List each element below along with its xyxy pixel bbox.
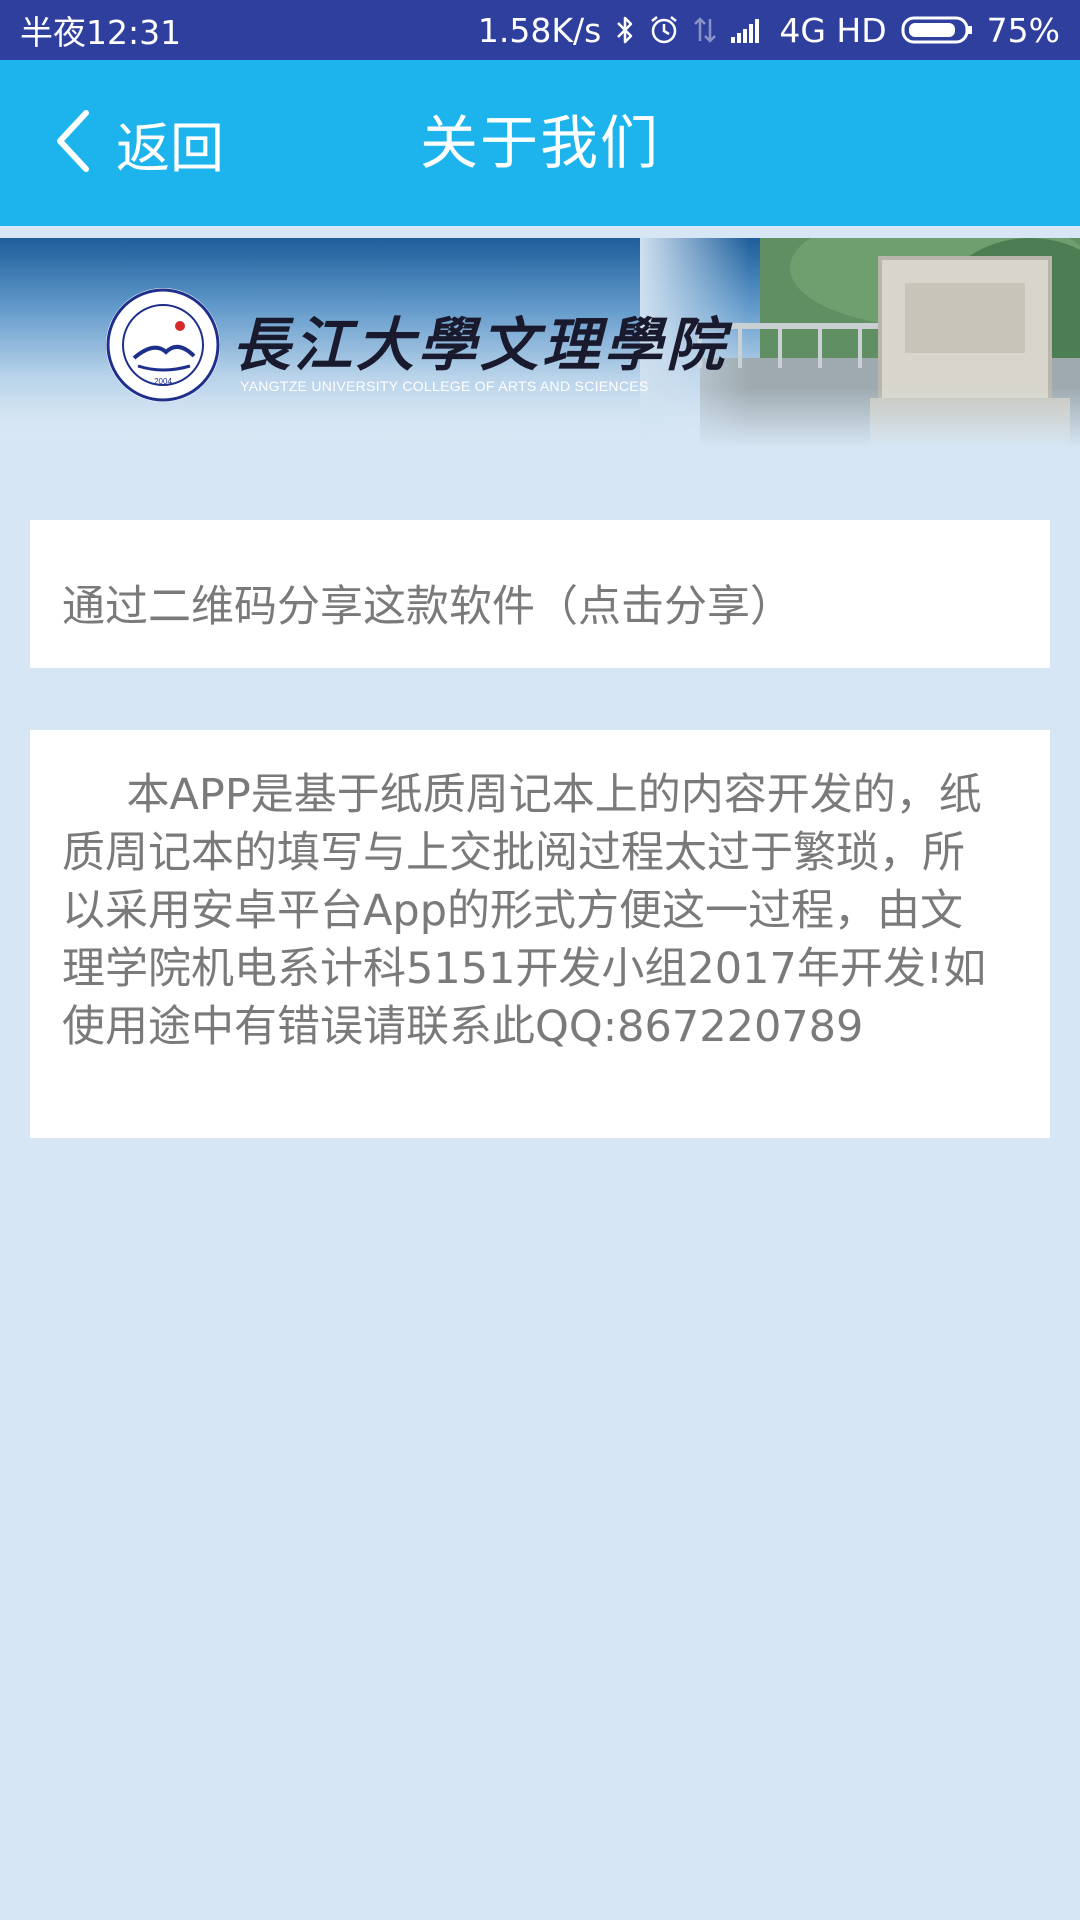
battery-icon: [901, 15, 973, 45]
status-indicators: 1.58K/s 4G HD 75%: [478, 11, 1060, 50]
alarm-icon: [649, 15, 679, 45]
data-transfer-icon: [693, 15, 717, 45]
battery-level: 75%: [986, 10, 1060, 50]
status-bar: 半夜12:31 1.58K/s 4G HD 75%: [0, 0, 1080, 60]
seal-year: 2004: [154, 377, 172, 386]
net-speed: 1.58K/s: [477, 10, 602, 50]
share-qr-button[interactable]: 通过二维码分享这款软件（点击分享）: [30, 520, 1050, 668]
network-type: 4G HD: [779, 10, 887, 50]
page-title: 关于我们: [419, 109, 660, 177]
school-seal-logo: 2004: [106, 288, 220, 402]
school-name-en: YANGTZE UNIVERSITY COLLEGE OF ARTS AND S…: [240, 378, 649, 394]
school-name-cn: 長江大學文理學院: [232, 311, 729, 379]
signal-icon: [731, 17, 765, 43]
status-time: 半夜12:31: [20, 13, 182, 52]
share-label: 通过二维码分享这款软件（点击分享）: [62, 582, 793, 632]
bluetooth-icon: [615, 14, 635, 46]
about-text-card: 本APP是基于纸质周记本上的内容开发的，纸质周记本的填写与上交批阅过程太过于繁琐…: [30, 730, 1050, 1138]
school-banner: 2004 長江大學文理學院 YANGTZE UNIVERSITY COLLEGE…: [0, 238, 1080, 448]
about-text: 本APP是基于纸质周记本上的内容开发的，纸质周记本的填写与上交批阅过程太过于繁琐…: [62, 770, 987, 1052]
app-bar: 返回 关于我们: [0, 60, 1080, 226]
